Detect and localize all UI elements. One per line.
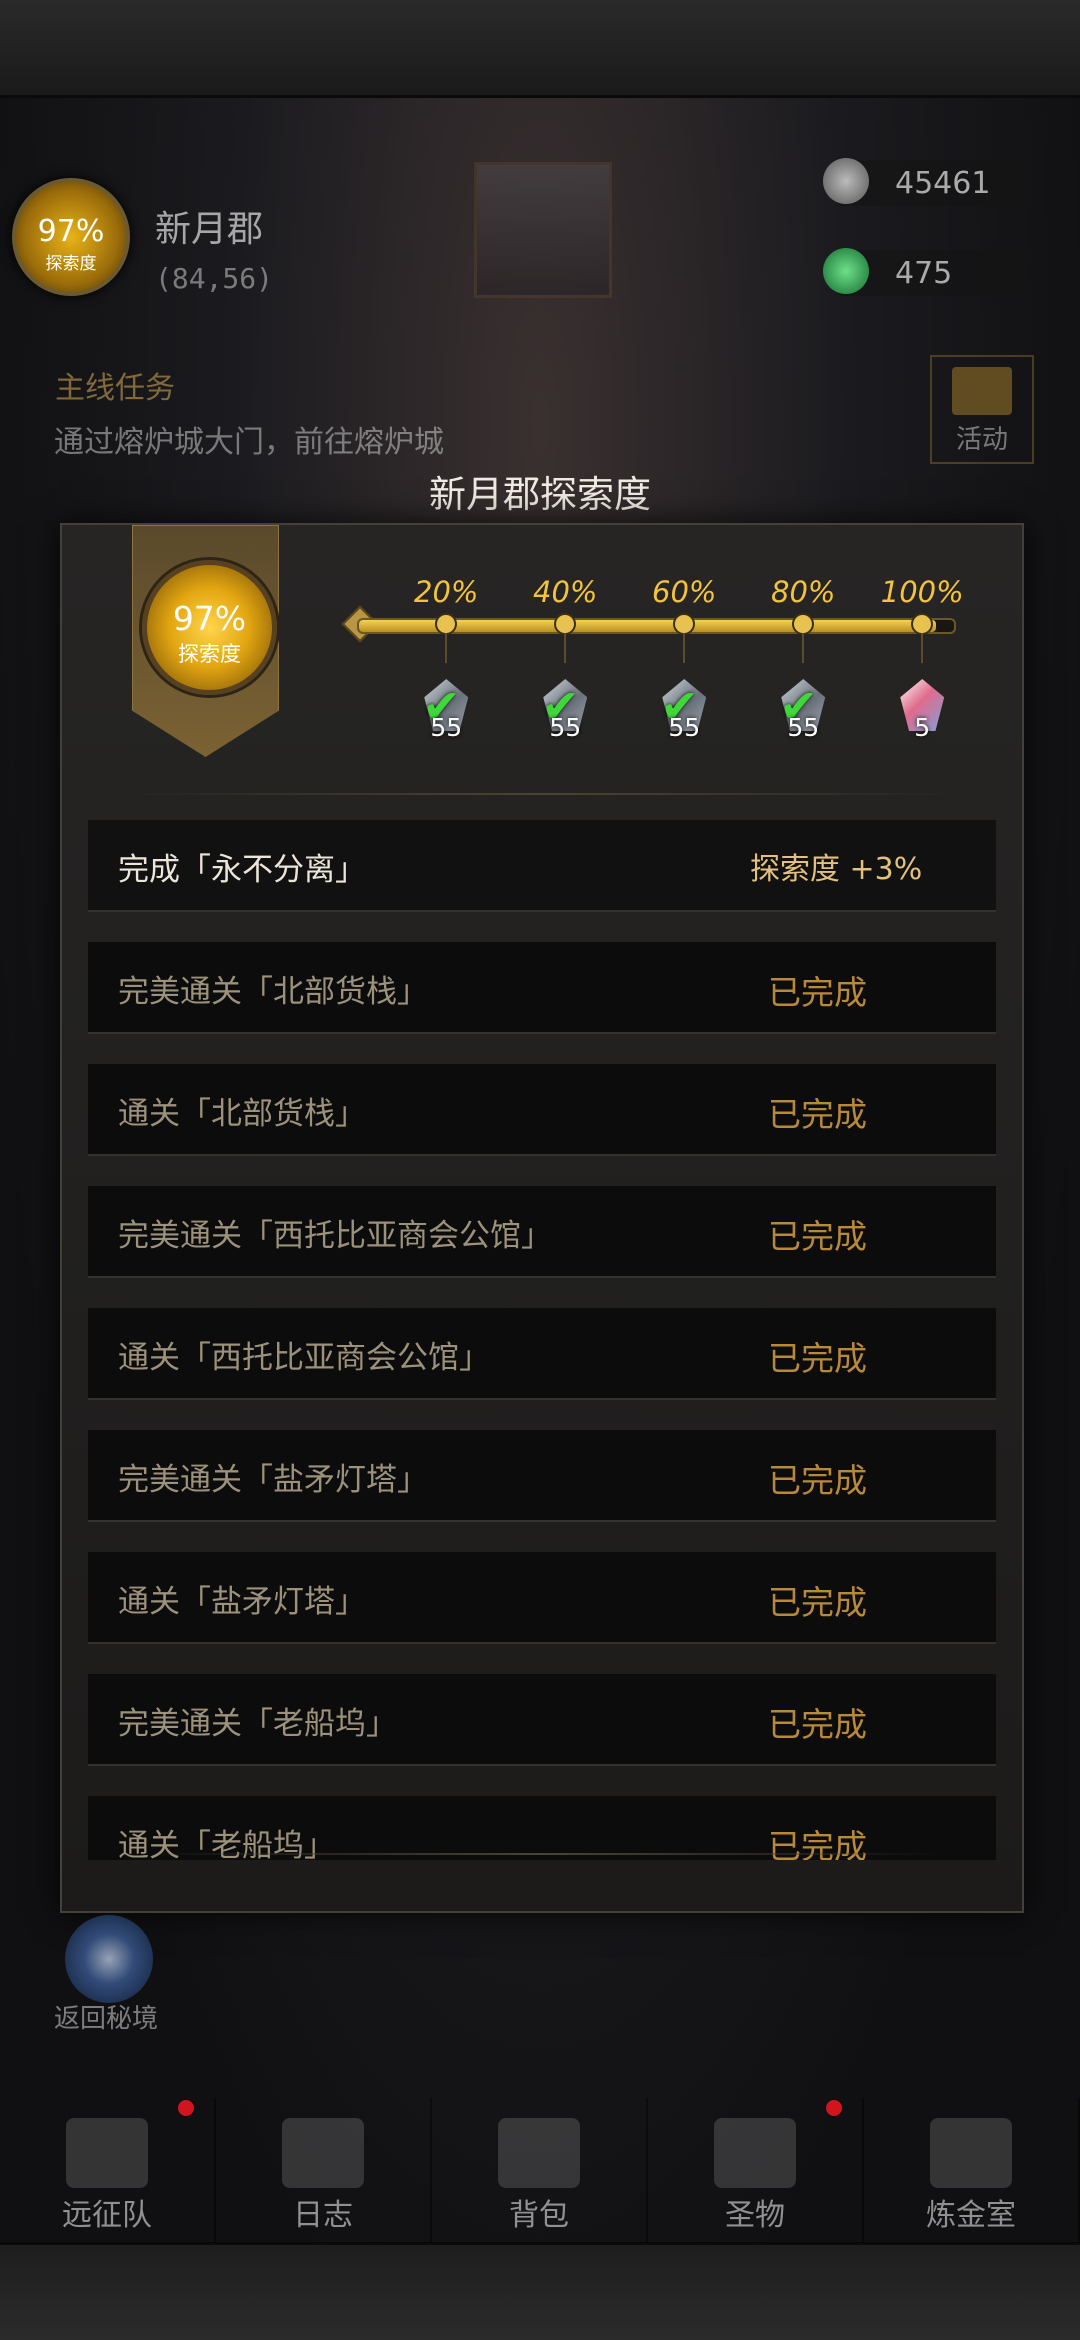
relic-icon <box>714 2118 796 2188</box>
task-row[interactable]: 完美通关「北部货栈」 已完成 <box>88 942 996 1034</box>
task-list[interactable]: 完成「永不分离」 探索度 +3% 完美通关「北部货栈」 已完成 通关「北部货栈」 已完成完… <box>88 820 996 1860</box>
main-quest-title[interactable]: 主线任务 <box>55 363 175 407</box>
task-status: 已完成 <box>768 1583 867 1622</box>
reward-quantity: 5 <box>914 713 931 742</box>
nav-item[interactable]: 背包 <box>432 2098 648 2243</box>
reward-quantity: 55 <box>430 713 463 742</box>
task-name: 完美通关「西托比亚商会公馆」 <box>118 1218 552 1254</box>
task-name: 完美通关「北部货栈」 <box>118 974 428 1010</box>
task-status: 已完成 <box>768 1705 867 1744</box>
task-name: 通关「西托比亚商会公馆」 <box>118 1340 490 1376</box>
return-secret-realm-label[interactable]: 返回秘境 <box>54 1998 158 2035</box>
resource-emerald: 475 <box>823 248 1025 296</box>
backpack-icon <box>498 2118 580 2188</box>
milestone-stem <box>921 633 924 663</box>
milestone-stem <box>683 633 686 663</box>
task-status: 已完成 <box>768 1095 867 1134</box>
task-row[interactable]: 完成「永不分离」 探索度 +3% <box>88 820 996 912</box>
modal-badge-label: 探索度 <box>178 642 241 666</box>
journal-icon <box>282 2118 364 2188</box>
bottom-divider <box>142 1853 942 1855</box>
milestone-label: 80% <box>771 575 836 609</box>
milestone-reward[interactable]: ✔ 55 <box>414 673 478 742</box>
emerald-icon <box>823 248 869 294</box>
activity-label: 活动 <box>955 425 1008 455</box>
nav-item[interactable]: 圣物 <box>648 2098 864 2243</box>
gift-icon <box>952 367 1012 415</box>
milestone-reward[interactable]: 5 <box>890 673 954 742</box>
task-name: 通关「北部货栈」 <box>118 1096 366 1132</box>
task-row[interactable]: 完美通关「西托比亚商会公馆」 已完成 <box>88 1186 996 1278</box>
task-status: 已完成 <box>768 1339 867 1378</box>
task-row[interactable]: 通关「老船坞」 已完成 <box>88 1796 996 1860</box>
milestone-reward[interactable]: ✔ 55 <box>533 673 597 742</box>
milestone-label: 20% <box>414 575 479 609</box>
task-row[interactable]: 通关「盐矛灯塔」 已完成 <box>88 1552 996 1644</box>
milestone-label: 60% <box>652 575 717 609</box>
bottom-frame <box>0 2242 1080 2340</box>
task-name: 完成「永不分离」 <box>118 852 366 888</box>
milestone-stem <box>802 633 805 663</box>
ore-icon <box>823 158 869 204</box>
nav-label: 圣物 <box>725 2198 785 2233</box>
portal-icon[interactable] <box>65 1915 153 2003</box>
main-quest-text[interactable]: 通过熔炉城大门，前往熔炉城 <box>54 420 484 465</box>
helmet-icon <box>66 2118 148 2188</box>
milestone-label: 40% <box>533 575 598 609</box>
task-status: 探索度 +3% <box>750 852 923 887</box>
nav-label: 日志 <box>293 2198 353 2233</box>
task-row[interactable]: 通关「北部货栈」 已完成 <box>88 1064 996 1156</box>
nav-item[interactable]: 炼金室 <box>864 2098 1080 2243</box>
task-row[interactable]: 完美通关「盐矛灯塔」 已完成 <box>88 1430 996 1522</box>
notification-dot <box>178 2100 194 2116</box>
activity-button[interactable]: 活动 <box>930 355 1034 464</box>
milestone-stem <box>445 633 448 663</box>
exploration-modal: 97% 探索度 20% ✔ 55 40% ✔ 55 60% ✔ 55 80% ✔ 55 100% 5 完成… <box>60 523 1024 1913</box>
nav-item[interactable]: 日志 <box>216 2098 432 2243</box>
region-coords: (84,56) <box>155 262 274 295</box>
task-status: 已完成 <box>768 1217 867 1256</box>
region-percent: 97% <box>37 214 105 249</box>
region-percent-label: 探索度 <box>45 254 97 274</box>
reward-quantity: 55 <box>549 713 582 742</box>
nav-item[interactable]: 远征队 <box>0 2098 216 2243</box>
alchemy-icon <box>930 2118 1012 2188</box>
hero-portrait[interactable] <box>474 162 612 298</box>
modal-title: 新月郡探索度 <box>429 473 651 516</box>
modal-badge-percent: 97% <box>172 599 247 638</box>
nav-label: 炼金室 <box>926 2198 1016 2233</box>
region-name: 新月郡 <box>155 209 264 250</box>
top-frame <box>0 0 1080 98</box>
task-name: 通关「盐矛灯塔」 <box>118 1584 366 1620</box>
region-exploration-badge[interactable]: 97% 探索度 <box>12 178 130 296</box>
section-divider <box>122 793 962 795</box>
milestone-reward[interactable]: ✔ 55 <box>652 673 716 742</box>
milestone-label: 100% <box>880 575 964 609</box>
task-name: 完美通关「老船坞」 <box>118 1706 397 1742</box>
bottom-navigation: 远征队 日志 背包 圣物 炼金室 <box>0 2098 1080 2243</box>
milestone-stem <box>564 633 567 663</box>
resource-ore-value: 45461 <box>895 166 991 201</box>
reward-quantity: 55 <box>668 713 701 742</box>
resource-emerald-value: 475 <box>895 256 953 291</box>
resource-ore: 45461 <box>823 158 1025 206</box>
modal-exploration-badge: 97% 探索度 <box>142 560 277 695</box>
nav-label: 背包 <box>509 2198 569 2233</box>
task-status: 已完成 <box>768 1461 867 1500</box>
task-row[interactable]: 通关「西托比亚商会公馆」 已完成 <box>88 1308 996 1400</box>
notification-dot <box>826 2100 842 2116</box>
task-row[interactable]: 完美通关「老船坞」 已完成 <box>88 1674 996 1766</box>
nav-label: 远征队 <box>62 2198 152 2233</box>
milestone-reward[interactable]: ✔ 55 <box>771 673 835 742</box>
reward-quantity: 55 <box>787 713 820 742</box>
task-status: 已完成 <box>768 973 867 1012</box>
task-name: 完美通关「盐矛灯塔」 <box>118 1462 428 1498</box>
